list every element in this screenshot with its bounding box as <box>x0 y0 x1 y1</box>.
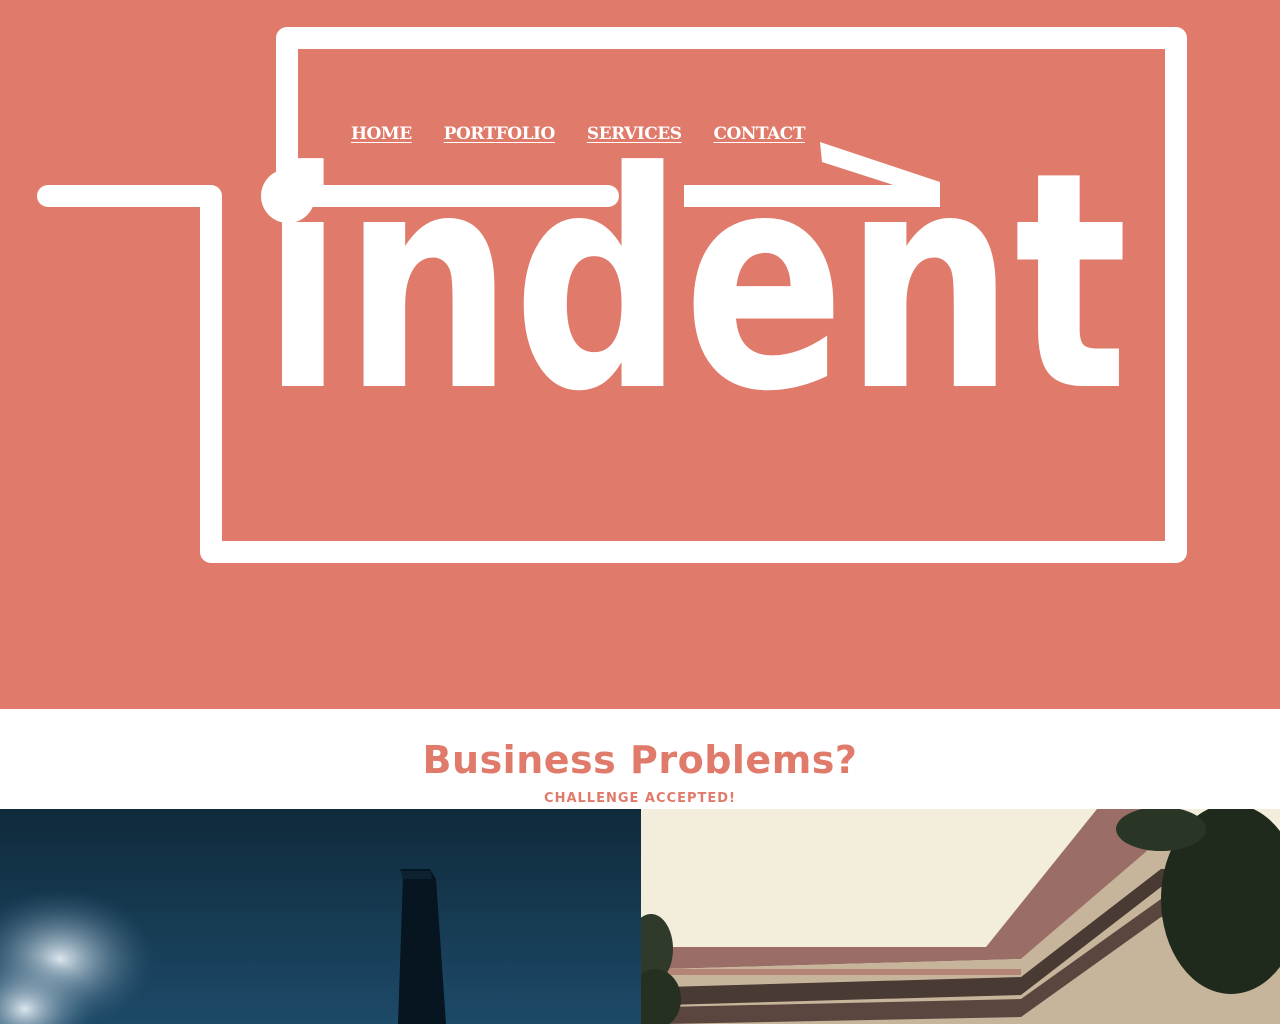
nav-portfolio-link[interactable]: PORTFOLIO <box>444 124 556 144</box>
hero-section: indent HOME PORTFOLIO SERVICES CONTACT <box>0 0 1280 709</box>
nav-contact-link[interactable]: CONTACT <box>714 124 806 144</box>
nav-home-link[interactable]: HOME <box>351 124 412 144</box>
indent-logo: indent <box>0 0 1280 709</box>
tagline-headline: Business Problems? <box>422 738 858 782</box>
tagline-section: Business Problems? CHALLENGE ACCEPTED! <box>0 709 1280 809</box>
logo-wordmark: indent <box>262 108 1128 457</box>
photo-strip <box>0 809 1280 1024</box>
tagline-subheadline: CHALLENGE ACCEPTED! <box>544 791 736 806</box>
nav-services-link[interactable]: SERVICES <box>587 124 682 144</box>
photo-school-building <box>641 809 1280 1024</box>
photo-tower <box>0 809 641 1024</box>
main-nav: HOME PORTFOLIO SERVICES CONTACT <box>351 119 837 149</box>
